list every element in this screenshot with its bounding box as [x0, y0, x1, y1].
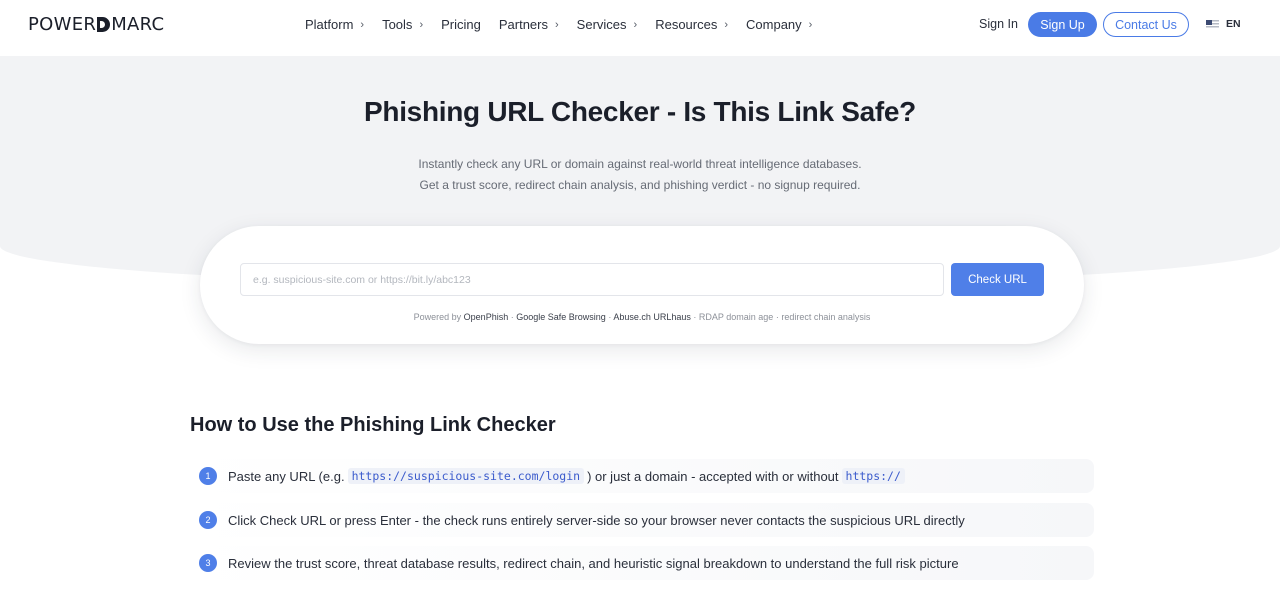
step-text: Review the trust score, threat database …	[228, 555, 959, 571]
step-1-text-b: ) or just a domain - accepted with or wi…	[587, 468, 839, 484]
step-number-badge: 2	[199, 511, 217, 529]
powered-by-sources: Powered by OpenPhish · Google Safe Brows…	[200, 312, 1084, 322]
nav-company[interactable]: Company ›	[746, 17, 812, 32]
https-prefix-code: https://	[841, 468, 905, 484]
nav-pricing-label: Pricing	[441, 17, 481, 32]
check-url-button[interactable]: Check URL	[951, 263, 1044, 296]
chevron-right-icon: ›	[633, 18, 638, 31]
chevron-right-icon: ›	[419, 18, 424, 31]
separator: ·	[693, 312, 697, 322]
source-openphish: OpenPhish	[463, 312, 509, 322]
nav-resources-label: Resources	[655, 17, 718, 32]
sign-in-link[interactable]: Sign In	[979, 17, 1018, 31]
nav-services[interactable]: Services ›	[577, 17, 638, 32]
chevron-right-icon: ›	[555, 18, 559, 31]
nav-tools-label: Tools	[382, 17, 413, 32]
language-selector[interactable]: EN	[1206, 18, 1241, 30]
chevron-right-icon: ›	[724, 18, 729, 31]
language-label: EN	[1226, 18, 1241, 30]
howto-heading: How to Use the Phishing Link Checker	[190, 414, 556, 436]
main-nav: Platform › Tools › Pricing Partners › Se…	[305, 17, 830, 32]
example-url-code: https://suspicious-site.com/login	[347, 468, 585, 484]
nav-platform[interactable]: Platform ›	[305, 17, 364, 32]
chevron-right-icon: ›	[808, 18, 813, 31]
step-text: Click Check URL or press Enter - the che…	[228, 512, 965, 528]
source-redirect-chain: redirect chain analysis	[781, 312, 871, 322]
hero-subtitle-line-1: Instantly check any URL or domain agains…	[418, 157, 862, 171]
url-input[interactable]	[240, 263, 944, 296]
separator: ·	[510, 312, 514, 322]
nav-company-label: Company	[746, 17, 802, 32]
logo-text-right: MARC	[111, 14, 165, 35]
nav-pricing[interactable]: Pricing	[441, 17, 481, 32]
chevron-right-icon: ›	[360, 18, 365, 31]
nav-tools[interactable]: Tools ›	[382, 17, 423, 32]
logo-d-mark-icon	[97, 17, 111, 32]
nav-platform-label: Platform	[305, 17, 354, 32]
source-urlhaus: Abuse.ch URLhaus	[613, 312, 691, 322]
howto-step-2: 2 Click Check URL or press Enter - the c…	[190, 503, 1094, 537]
nav-partners-label: Partners	[498, 17, 548, 32]
url-checker-card: Check URL Powered by OpenPhish · Google …	[200, 226, 1084, 344]
us-flag-icon	[1206, 19, 1219, 29]
step-number-badge: 3	[199, 554, 217, 572]
step-number-badge: 1	[199, 467, 217, 485]
nav-services-label: Services	[576, 17, 627, 32]
source-rdap: RDAP domain age	[698, 312, 774, 322]
separator: ·	[608, 312, 612, 322]
site-header: POWER MARC Platform › Tools › Pricing Pa…	[0, 0, 1280, 56]
hero-subtitle-line-2: Get a trust score, redirect chain analys…	[419, 178, 861, 192]
howto-step-1: 1 Paste any URL (e.g. https://suspicious…	[190, 459, 1094, 493]
powered-by-prefix: Powered by	[413, 312, 462, 322]
separator: ·	[775, 312, 779, 322]
hero-subtitle: Instantly check any URL or domain agains…	[0, 154, 1280, 196]
nav-partners[interactable]: Partners ›	[499, 17, 559, 32]
powerdmarc-logo[interactable]: POWER MARC	[28, 14, 164, 35]
nav-resources[interactable]: Resources ›	[655, 17, 728, 32]
logo-text-left: POWER	[28, 14, 97, 35]
step-1-text-a: Paste any URL (e.g.	[228, 468, 345, 484]
sign-up-button[interactable]: Sign Up	[1028, 12, 1097, 37]
page-title: Phishing URL Checker - Is This Link Safe…	[364, 96, 916, 127]
contact-us-button[interactable]: Contact Us	[1103, 12, 1189, 37]
howto-step-3: 3 Review the trust score, threat databas…	[190, 546, 1094, 580]
step-text: Paste any URL (e.g. https://suspicious-s…	[228, 459, 908, 493]
source-google-safe-browsing: Google Safe Browsing	[516, 312, 606, 322]
